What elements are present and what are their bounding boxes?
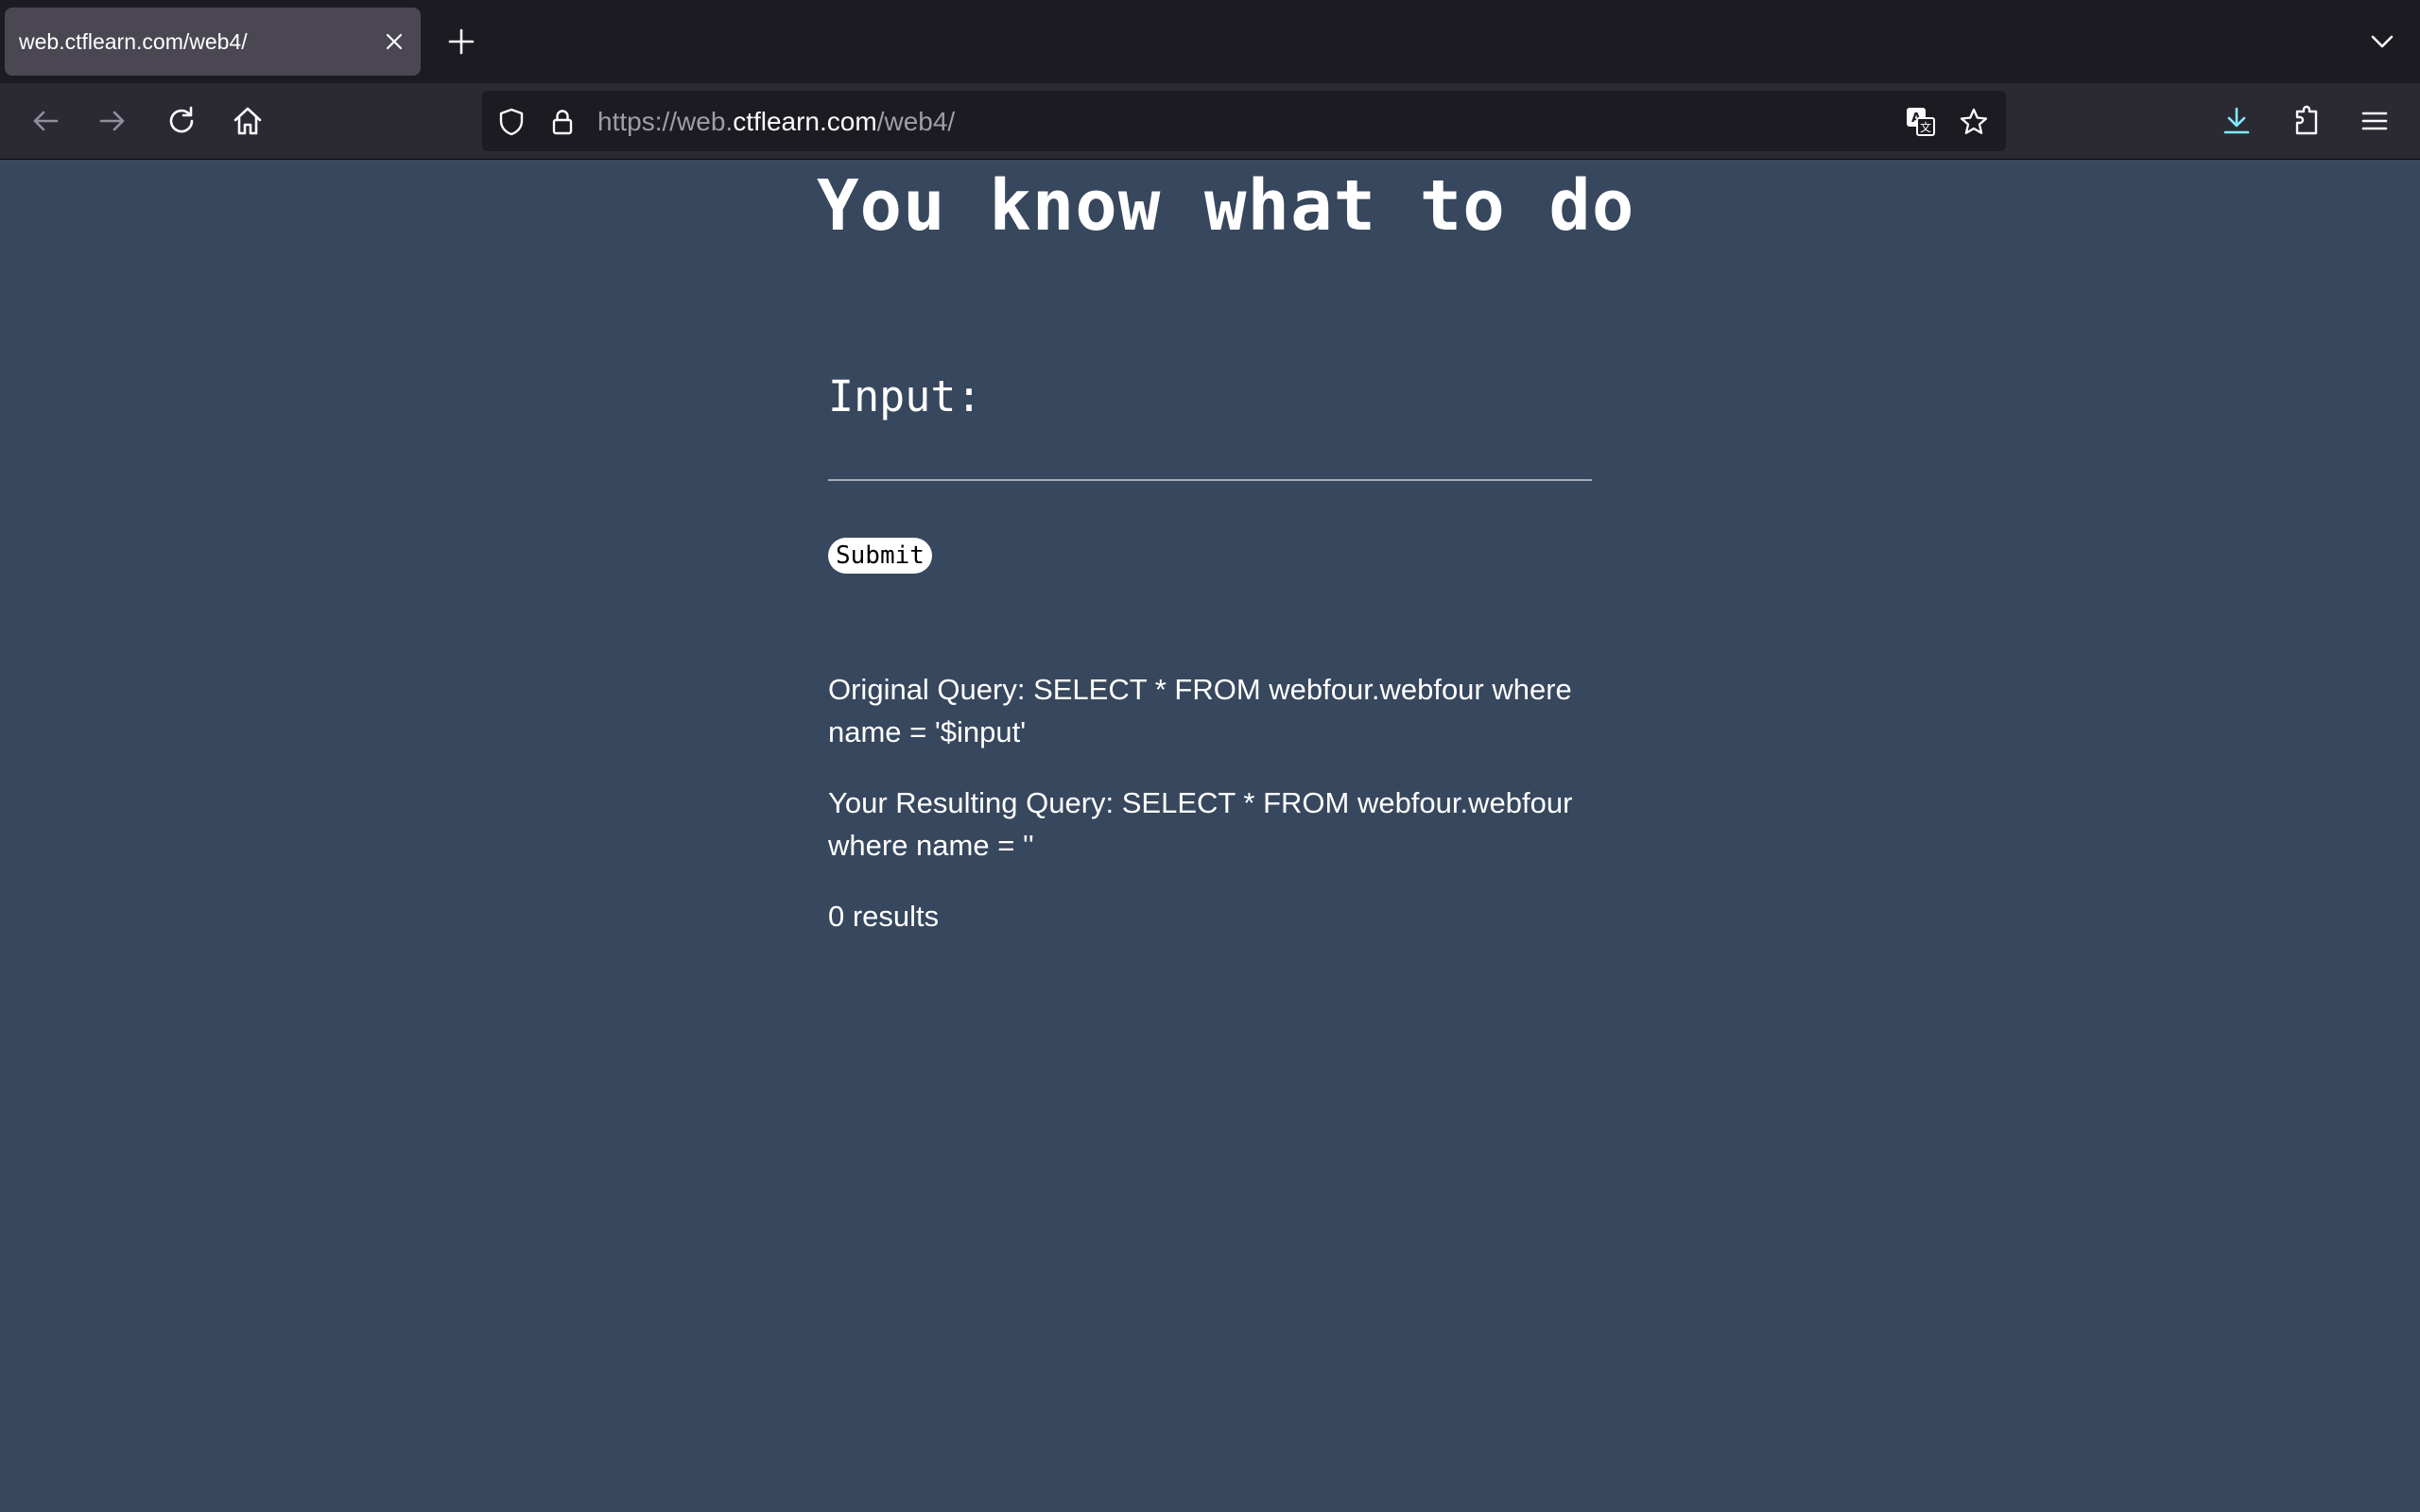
url-path: /web4/ xyxy=(876,107,956,136)
download-icon[interactable] xyxy=(2218,102,2256,140)
submit-button[interactable]: Submit xyxy=(828,538,932,574)
query-input[interactable] xyxy=(828,443,1592,481)
original-query-text: Original Query: SELECT * FROM webfour.we… xyxy=(828,673,1572,748)
translate-icon[interactable]: A文 xyxy=(1905,106,1937,138)
url-prefix: https://web. xyxy=(597,107,734,136)
plus-icon[interactable] xyxy=(444,25,478,59)
chevron-down-icon[interactable] xyxy=(2365,25,2399,59)
navigation-toolbar: https://web.ctflearn.com/web4/ A文 xyxy=(0,83,2420,160)
menu-icon[interactable] xyxy=(2356,102,2394,140)
active-tab[interactable]: web.ctflearn.com/web4/ xyxy=(5,8,421,76)
tab-strip: web.ctflearn.com/web4/ xyxy=(0,0,2420,83)
page-heading: You know what to do xyxy=(817,165,1635,247)
shield-icon[interactable] xyxy=(495,106,527,138)
forward-arrow-icon[interactable] xyxy=(94,102,131,140)
close-icon[interactable] xyxy=(381,28,407,55)
star-icon[interactable] xyxy=(1958,106,1990,138)
resulting-query-text: Your Resulting Query: SELECT * FROM webf… xyxy=(828,786,1573,862)
results-count: 0 results xyxy=(828,900,940,933)
input-label: Input: xyxy=(828,371,982,421)
lock-icon[interactable] xyxy=(546,106,579,138)
url-host: ctflearn.com xyxy=(733,107,877,136)
tab-title: web.ctflearn.com/web4/ xyxy=(19,28,248,54)
url-bar[interactable]: https://web.ctflearn.com/web4/ A文 xyxy=(482,91,2006,151)
reload-icon[interactable] xyxy=(163,102,200,140)
extensions-icon[interactable] xyxy=(2288,102,2325,140)
svg-text:文: 文 xyxy=(1920,120,1931,134)
back-arrow-icon[interactable] xyxy=(26,102,64,140)
home-icon[interactable] xyxy=(229,102,267,140)
url-text[interactable]: https://web.ctflearn.com/web4/ xyxy=(597,107,955,137)
